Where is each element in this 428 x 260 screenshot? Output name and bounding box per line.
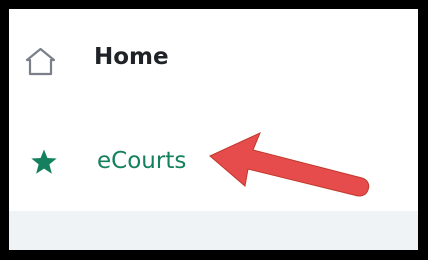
star-icon (31, 149, 57, 174)
navigation-panel: Home eCourts (9, 9, 418, 250)
home-icon (25, 47, 56, 76)
nav-item-label: Home (94, 44, 169, 70)
nav-item-ecourts[interactable]: eCourts (9, 106, 418, 211)
bottom-strip (9, 211, 418, 250)
nav-item-label: eCourts (97, 148, 187, 174)
nav-item-home[interactable]: Home (9, 9, 418, 106)
